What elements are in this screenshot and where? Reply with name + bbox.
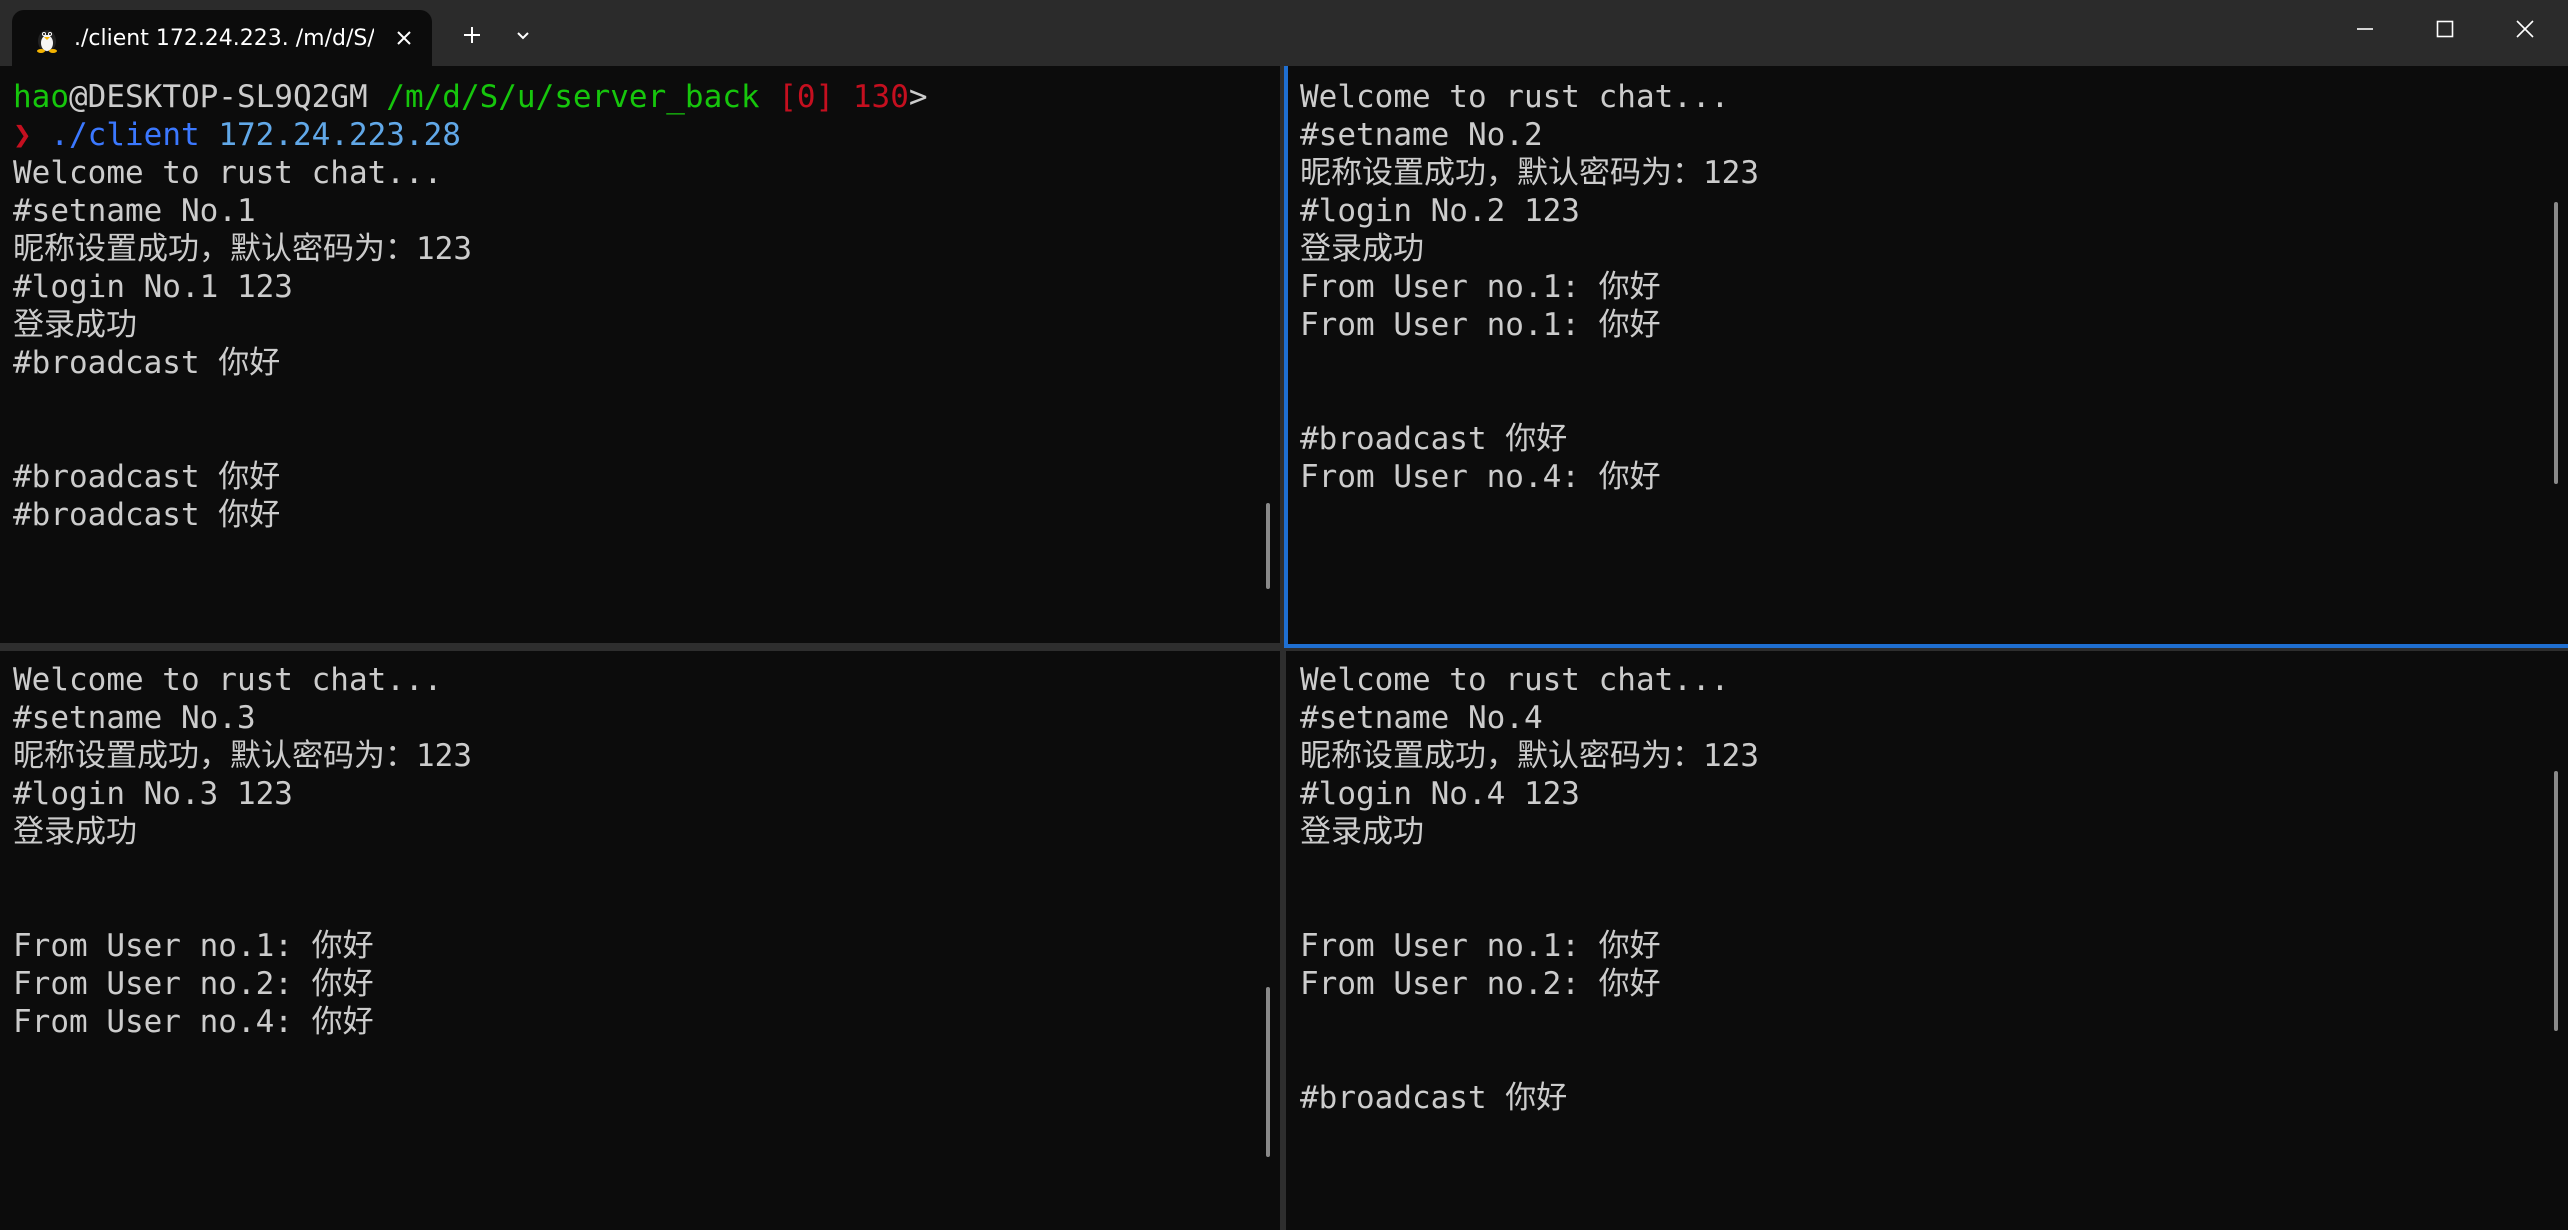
output-line: From User no.1: 你好 — [13, 928, 374, 964]
scrollbar[interactable] — [2554, 202, 2558, 484]
output-line: #broadcast 你好 — [13, 459, 281, 495]
output-line: 登录成功 — [1300, 231, 1424, 267]
output-line: 登录成功 — [13, 814, 137, 850]
scrollbar[interactable] — [1266, 987, 1270, 1157]
pane-divider-horizontal[interactable] — [1286, 645, 2568, 651]
shell-prompt: hao@DESKTOP-SL9Q2GM /m/d/S/u/server_back… — [13, 78, 1280, 116]
prompt-path: /m/d/S/u/server_back — [367, 79, 760, 115]
maximize-icon[interactable] — [2405, 0, 2485, 58]
pane-top-left[interactable]: hao@DESKTOP-SL9Q2GM /m/d/S/u/server_back… — [0, 66, 1280, 643]
close-icon[interactable] — [2485, 0, 2565, 58]
output-line: From User no.2: 你好 — [1300, 966, 1661, 1002]
prompt-user: hao — [13, 79, 69, 115]
command-arg: 172.24.223.28 — [199, 117, 461, 153]
output-line: #broadcast 你好 — [13, 497, 281, 533]
pane-bottom-right[interactable]: Welcome to rust chat... #setname No.4 昵称设置… — [1286, 651, 2568, 1230]
command-name: ./client — [31, 117, 200, 153]
pane-top-right[interactable]: Welcome to rust chat... #setname No.2 昵称设置… — [1286, 66, 2568, 645]
chevron-down-icon[interactable] — [506, 18, 540, 52]
minimize-icon[interactable] — [2325, 0, 2405, 58]
output-line: From User no.1: 你好 — [1300, 928, 1661, 964]
prompt-jobs: [0] — [759, 79, 835, 115]
output-line: Welcome to rust chat... — [13, 155, 443, 191]
prompt-gt: > — [908, 79, 928, 115]
pane-divider-horizontal[interactable] — [0, 643, 1280, 651]
command-line: ❯ ./client 172.24.223.28 — [13, 116, 1280, 154]
output-line: From User no.1: 你好 — [1300, 269, 1661, 305]
scrollbar[interactable] — [1266, 503, 1270, 589]
title-bar: ./client 172.24.223. /m/d/S/u/ — [0, 0, 2568, 66]
prompt-status: 130 — [834, 79, 909, 115]
terminal-output: Welcome to rust chat... #setname No.4 昵称设置… — [1300, 661, 2568, 1117]
prompt-host: @DESKTOP-SL9Q2GM — [69, 79, 368, 115]
linux-penguin-icon — [32, 24, 62, 54]
terminal-output: Welcome to rust chat... #setname No.3 昵称设置… — [13, 661, 1280, 1041]
output-line: #login No.3 123 — [13, 776, 293, 812]
output-line: From User no.4: 你好 — [13, 1004, 374, 1040]
tab-client[interactable]: ./client 172.24.223. /m/d/S/u/ — [12, 10, 432, 66]
output-line: 登录成功 — [1300, 814, 1424, 850]
output-line: 昵称设置成功，默认密码为：123 — [13, 231, 472, 267]
scrollbar[interactable] — [2554, 771, 2558, 1031]
output-line: 昵称设置成功，默认密码为：123 — [1300, 155, 1759, 191]
output-line: #login No.4 123 — [1300, 776, 1580, 812]
output-line: #login No.2 123 — [1300, 193, 1580, 229]
output-line: #setname No.1 — [13, 193, 256, 229]
output-line: Welcome to rust chat... — [1300, 662, 1730, 698]
output-line: 登录成功 — [13, 307, 137, 343]
close-icon[interactable] — [387, 21, 421, 55]
output-line: #login No.1 123 — [13, 269, 293, 305]
output-line: #setname No.3 — [13, 700, 256, 736]
output-line: From User no.2: 你好 — [13, 966, 374, 1002]
output-line: From User no.4: 你好 — [1300, 459, 1661, 495]
pane-bottom-left[interactable]: Welcome to rust chat... #setname No.3 昵称设置… — [0, 651, 1280, 1230]
terminal-window: ./client 172.24.223. /m/d/S/u/ hao@DESKT… — [0, 0, 2568, 1230]
terminal-output: hao@DESKTOP-SL9Q2GM /m/d/S/u/server_back… — [13, 78, 1280, 534]
output-line: #setname No.2 — [1300, 117, 1543, 153]
output-line: #broadcast 你好 — [13, 345, 281, 381]
prompt-arrow-icon: ❯ — [13, 117, 32, 153]
output-line: #broadcast 你好 — [1300, 421, 1568, 457]
output-line: 昵称设置成功，默认密码为：123 — [13, 738, 472, 774]
output-line: Welcome to rust chat... — [1300, 79, 1730, 115]
output-line: #setname No.4 — [1300, 700, 1543, 736]
tab-title: ./client 172.24.223. /m/d/S/u/ — [74, 26, 374, 51]
terminal-output: Welcome to rust chat... #setname No.2 昵称设置… — [1300, 78, 2568, 496]
plus-icon[interactable] — [455, 18, 489, 52]
output-line: 昵称设置成功，默认密码为：123 — [1300, 738, 1759, 774]
output-line: From User no.1: 你好 — [1300, 307, 1661, 343]
output-line: #broadcast 你好 — [1300, 1080, 1568, 1116]
output-line: Welcome to rust chat... — [13, 662, 443, 698]
